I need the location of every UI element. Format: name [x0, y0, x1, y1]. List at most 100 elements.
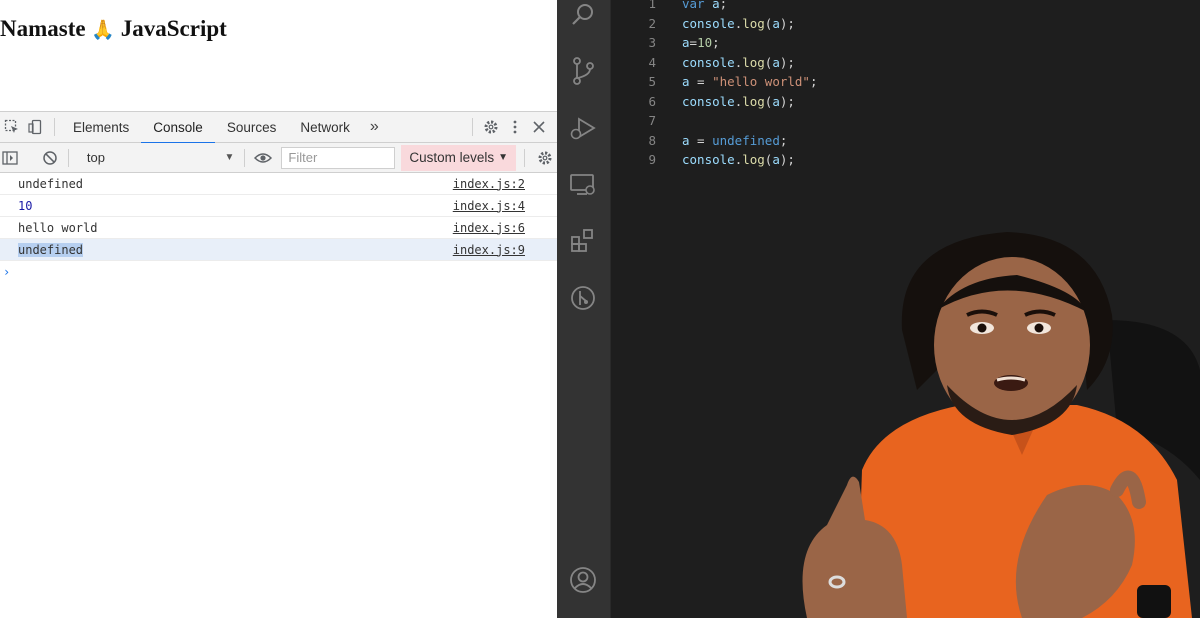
code-token: );	[779, 54, 795, 70]
line-source: console.log(a);	[682, 150, 795, 170]
tab-network[interactable]: Network	[288, 112, 362, 143]
console-source-link[interactable]: index.js:6	[453, 221, 525, 235]
line-number: 3	[648, 35, 656, 50]
context-selector[interactable]: top ▼	[83, 147, 239, 169]
code-line: 3 a=10;	[611, 33, 1200, 53]
console-row: undefined index.js:2	[0, 173, 557, 195]
tab-sources[interactable]: Sources	[215, 112, 289, 143]
settings-gear-icon[interactable]	[479, 115, 503, 139]
live-expression-eye-icon[interactable]	[251, 146, 275, 170]
code-token: a	[772, 93, 780, 109]
code-token: a	[772, 54, 780, 70]
heading-text-end: JavaScript	[120, 16, 227, 41]
tab-elements[interactable]: Elements	[61, 112, 141, 143]
wrist-watch	[1137, 585, 1171, 618]
remote-explorer-icon[interactable]	[568, 170, 598, 200]
console-filter-input[interactable]	[281, 146, 396, 169]
line-number: 1	[648, 0, 656, 11]
devtools-panel: Elements Console Sources Network » top ▼…	[0, 111, 557, 618]
line-source: var a;	[682, 0, 727, 14]
console-toolbar: top ▼ Custom levels ▼	[0, 143, 557, 173]
console-row: undefined index.js:9	[0, 239, 557, 261]
code-line: 2 console.log(a);	[611, 14, 1200, 34]
browser-pane: Namaste 🙏 JavaScript Elements Console Sour…	[0, 0, 557, 618]
code-token: ;	[712, 35, 720, 50]
code-line: 1 var a;	[611, 0, 1200, 14]
sidebar-toggle-icon[interactable]	[0, 146, 20, 170]
log-levels-dropdown[interactable]: Custom levels ▼	[401, 144, 517, 171]
code-token: );	[779, 152, 795, 167]
inspect-element-icon[interactable]	[0, 115, 24, 139]
device-toolbar-icon[interactable]	[24, 115, 48, 139]
console-row: hello world index.js:6	[0, 217, 557, 239]
code-area[interactable]: 1 var a; 2 console.log(a); 3 a=10; 4 console.lo…	[611, 0, 1200, 170]
code-token: console	[682, 15, 735, 31]
line-source: a = "hello world";	[682, 72, 817, 92]
code-token: log	[742, 54, 765, 70]
console-source-link[interactable]: index.js:4	[453, 199, 525, 213]
close-icon[interactable]	[527, 115, 551, 139]
code-token: log	[742, 93, 765, 109]
devtools-tabbar: Elements Console Sources Network »	[0, 112, 557, 144]
code-line: 8 a = undefined;	[611, 131, 1200, 151]
tab-console[interactable]: Console	[141, 112, 215, 144]
code-token: ;	[719, 0, 728, 11]
console-message: undefined	[18, 176, 84, 191]
code-line: 4 console.log(a);	[611, 53, 1200, 73]
code-line: 6 console.log(a);	[611, 92, 1200, 112]
line-source: console.log(a);	[682, 92, 795, 112]
code-token: "hello world"	[712, 74, 810, 89]
code-token: =	[689, 74, 713, 89]
code-token: ;	[779, 132, 788, 148]
levels-arrow-icon: ▼	[498, 152, 509, 163]
console-settings-gear-icon[interactable]	[533, 146, 557, 170]
heading-text-start: Namaste	[0, 16, 86, 41]
extensions-icon[interactable]	[568, 226, 598, 256]
line-number: 4	[648, 54, 656, 70]
more-tabs-button[interactable]: »	[362, 118, 387, 136]
tabbar-divider-right	[472, 118, 473, 136]
code-token: console	[682, 54, 735, 70]
presenter-webcam	[802, 232, 1200, 618]
code-line: 9 console.log(a);	[611, 150, 1200, 170]
account-icon[interactable]	[568, 565, 598, 595]
code-token: =	[689, 35, 698, 50]
code-token: a	[682, 74, 690, 89]
git-graph-icon[interactable]	[568, 283, 598, 313]
console-source-link[interactable]: index.js:9	[453, 243, 525, 257]
clear-console-icon[interactable]	[38, 146, 62, 170]
line-source: a = undefined;	[682, 131, 787, 151]
console-message: hello world	[18, 220, 98, 235]
devtools-right-controls	[466, 115, 551, 139]
console-messages: undefined index.js:2 10 index.js:4 hello wor…	[0, 173, 557, 261]
source-control-icon[interactable]	[568, 56, 598, 86]
code-token: );	[779, 93, 795, 109]
code-token: =	[689, 132, 713, 148]
tabbar-divider	[54, 118, 55, 136]
line-source: a=10;	[682, 33, 720, 53]
page-heading: Namaste 🙏 JavaScript	[0, 16, 227, 42]
code-token: );	[779, 15, 795, 31]
console-source-link[interactable]: index.js:2	[453, 177, 525, 191]
activity-bar	[557, 0, 610, 618]
line-number: 8	[648, 132, 656, 148]
code-token: 10	[697, 35, 713, 50]
devtools-tabs: Elements Console Sources Network	[61, 112, 362, 144]
kebab-menu-icon[interactable]	[503, 115, 527, 139]
search-icon[interactable]	[568, 0, 598, 30]
toolbar-divider-3	[524, 148, 526, 167]
context-selector-value: top	[86, 150, 105, 165]
line-number: 7	[648, 113, 656, 128]
code-token: a	[772, 152, 780, 167]
code-token: var	[682, 0, 705, 11]
code-token: a	[712, 0, 720, 11]
run-debug-icon[interactable]	[568, 113, 598, 143]
code-editor-pane: 1 var a; 2 console.log(a); 3 a=10; 4 console.lo…	[557, 0, 1200, 618]
console-prompt[interactable]: ›	[0, 261, 557, 283]
console-row: 10 index.js:4	[0, 195, 557, 217]
line-number: 9	[648, 152, 656, 167]
code-token: a	[682, 132, 690, 148]
console-message: 10	[18, 198, 33, 213]
line-source: console.log(a);	[682, 53, 795, 73]
